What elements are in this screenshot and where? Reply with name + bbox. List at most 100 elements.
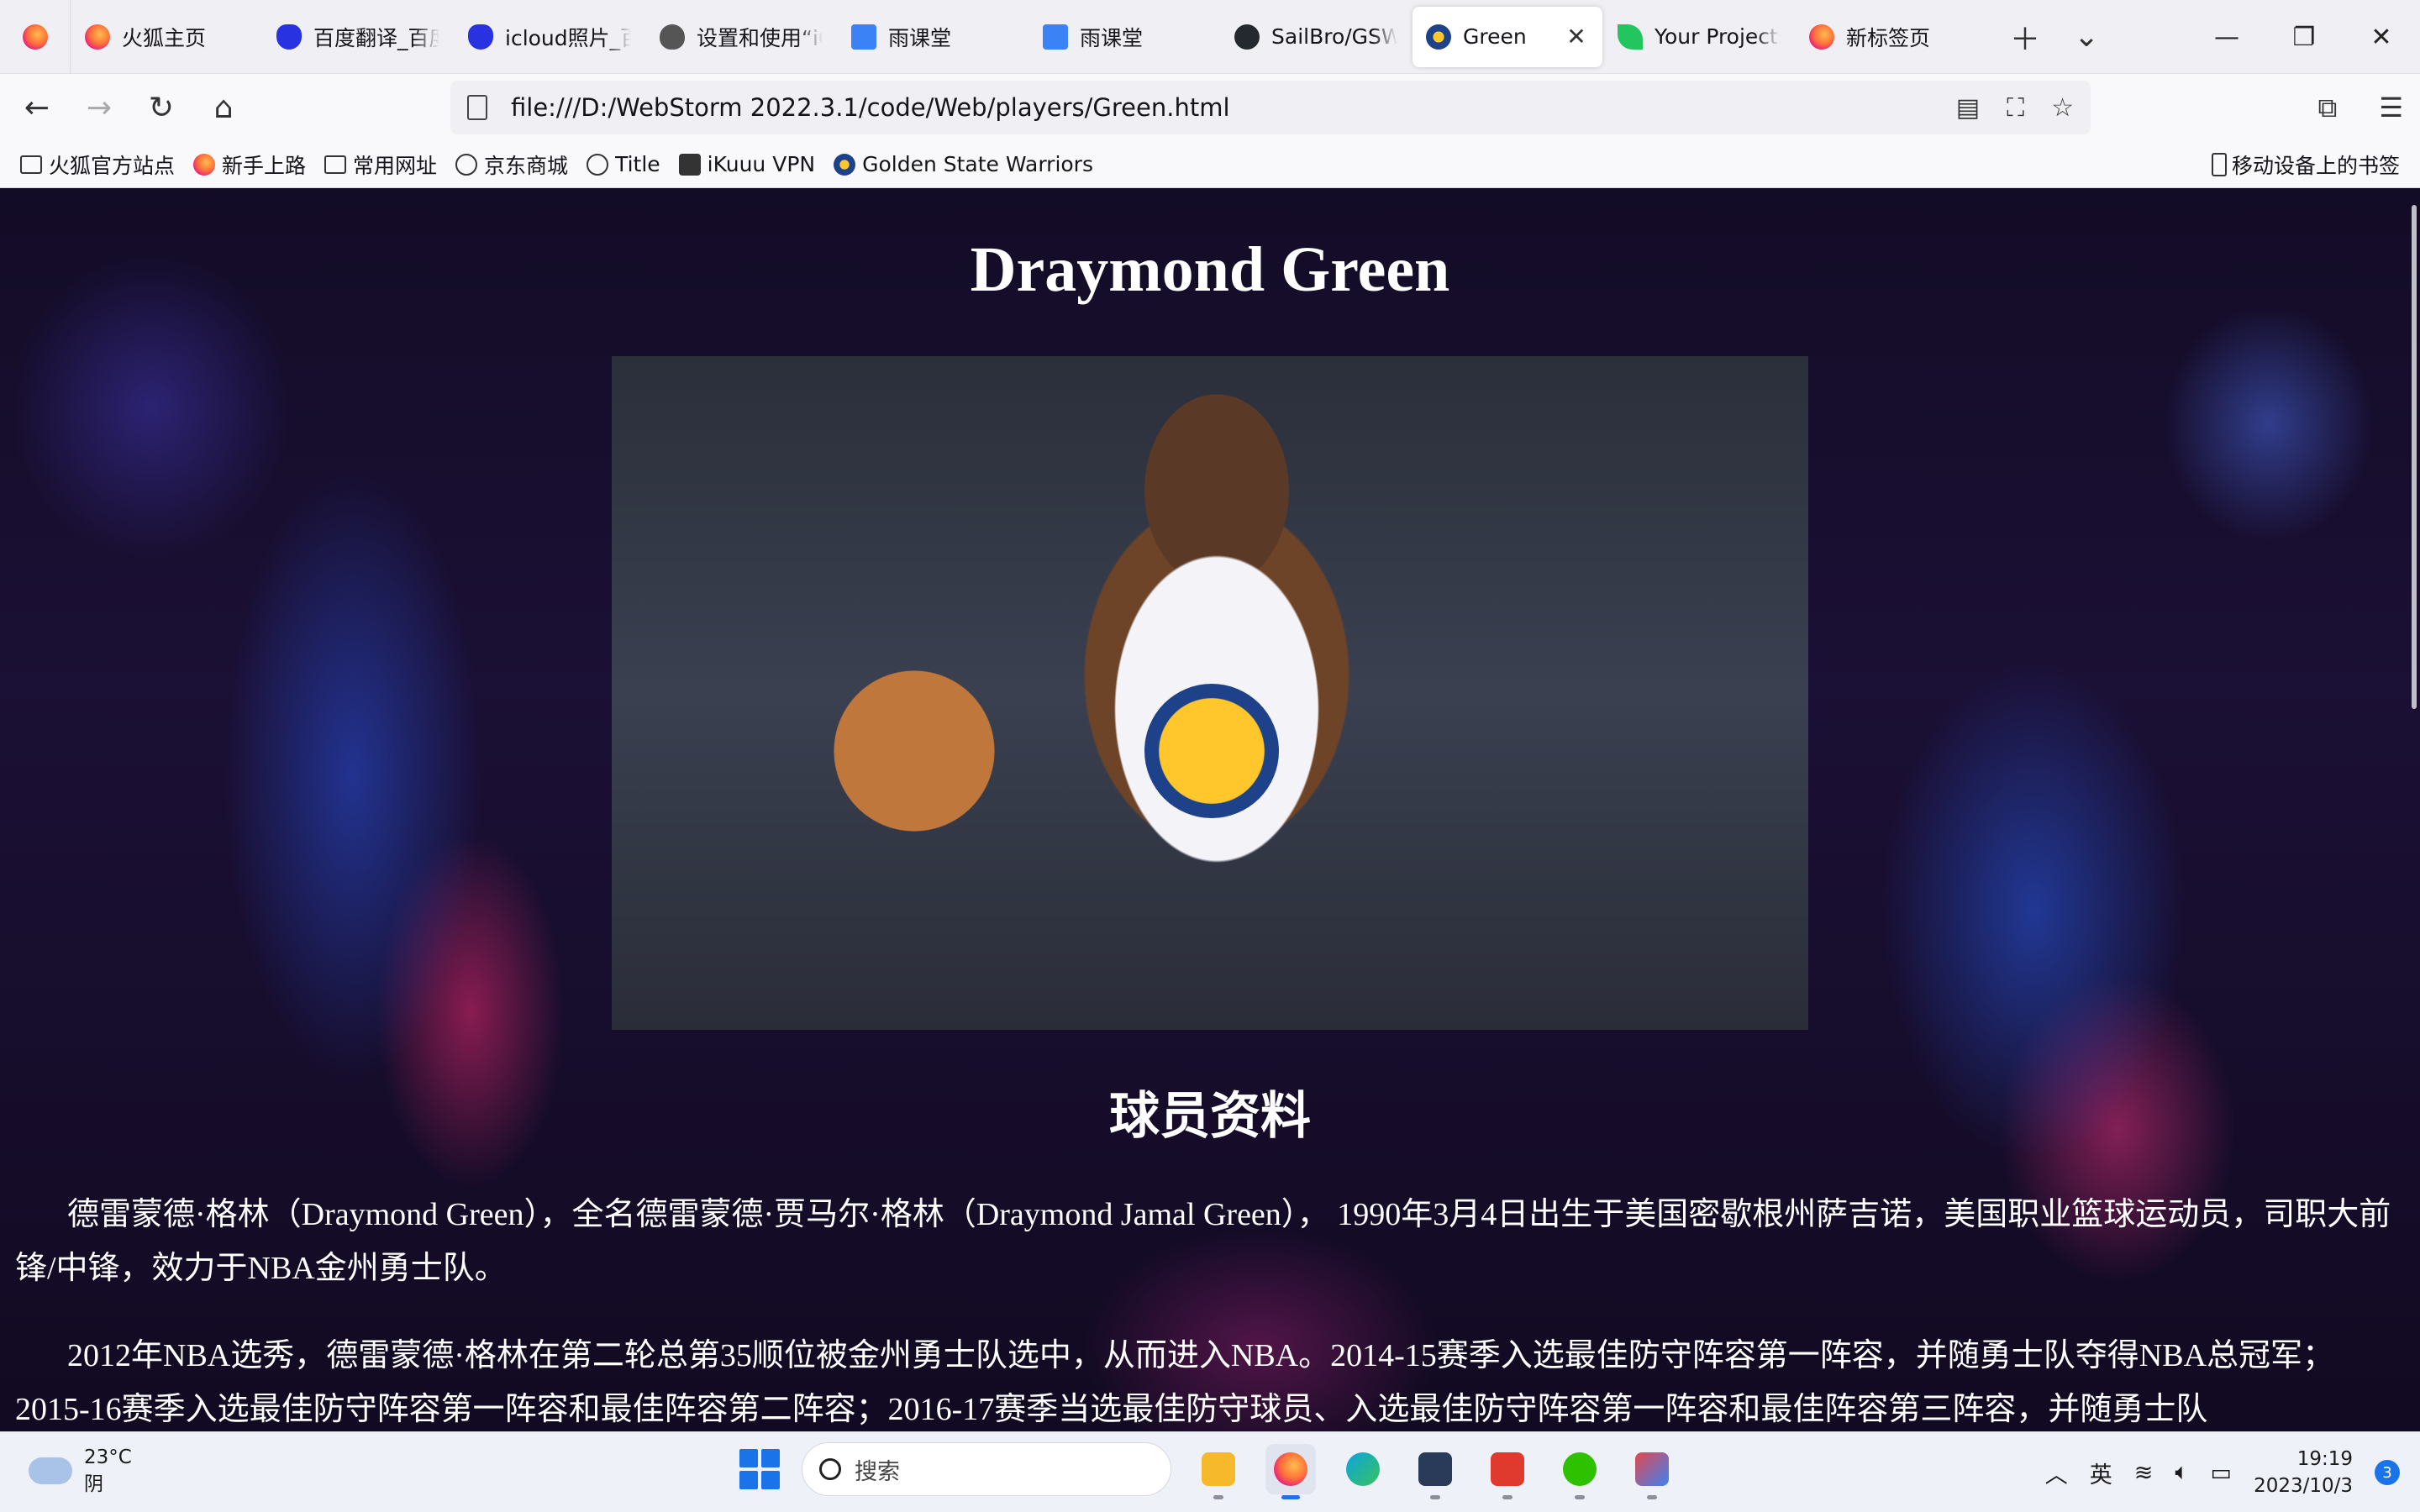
tab-icloud-settings[interactable]: 设置和使用“iCloud — [646, 7, 836, 67]
address-bar[interactable]: file:///D:/WebStorm 2022.3.1/code/Web/pl… — [450, 81, 2091, 134]
running-indicator — [1213, 1495, 1223, 1499]
page-title: Draymond Green — [970, 234, 1450, 305]
weather-widget[interactable]: 23°C 阴 — [29, 1444, 132, 1498]
bookmark-title[interactable]: Title — [587, 152, 660, 176]
url-text[interactable]: file:///D:/WebStorm 2022.3.1/code/Web/pl… — [511, 93, 1230, 122]
navigation-toolbar: ← → ↻ ⌂ file:///D:/WebStorm 2022.3.1/cod… — [0, 74, 2420, 141]
windows-start-icon[interactable] — [739, 1449, 780, 1489]
input-method-indicator[interactable]: 英 — [2090, 1457, 2112, 1489]
tab-your-projects[interactable]: Your Projects — [1604, 7, 1794, 67]
close-tab-icon[interactable]: ✕ — [1564, 23, 1589, 50]
cat-icon — [678, 153, 701, 176]
firefox-app[interactable] — [1265, 1444, 1316, 1499]
mobile-bookmarks-label: 移动设备上的书签 — [2231, 154, 2400, 178]
cat-app[interactable] — [1410, 1444, 1460, 1499]
bookmark-golden-state-warriors[interactable]: Golden State Warriors — [834, 152, 1093, 176]
tab-green-active[interactable]: Green ✕ — [1413, 6, 1602, 67]
bookmark-firefox-official[interactable]: 火狐官方站点 — [20, 150, 175, 180]
windows-taskbar: 23°C 阴 搜索 ︿ 英 ≋ 🔈︎ ▭ 19:19 2023/10/3 3 — [0, 1431, 2420, 1512]
tab-new-tab[interactable]: 新标签页 — [1796, 7, 1986, 67]
search-icon — [819, 1458, 841, 1480]
cat-icon — [1418, 1452, 1452, 1486]
list-all-tabs-chevron-icon[interactable]: ⌄ — [2074, 19, 2099, 54]
reader-view-icon[interactable]: ▤ — [1956, 93, 1980, 123]
bookmark-star-icon[interactable]: ☆ — [2051, 93, 2074, 123]
tab-label: 火狐主页 — [122, 25, 207, 50]
tab-label: SailBro/GSW — [1271, 24, 1397, 49]
file-page-icon — [467, 95, 487, 120]
warriors-icon — [834, 153, 856, 176]
snipping-tool-app[interactable] — [1627, 1444, 1677, 1499]
bookmark-label: 常用网址 — [353, 153, 438, 178]
reload-icon[interactable]: ↻ — [136, 82, 187, 133]
volume-muted-icon[interactable]: 🔈︎ — [2175, 1459, 2188, 1486]
extensions-icon[interactable]: ⧉ — [2317, 92, 2337, 124]
menu-hamburger-icon[interactable]: ☰ — [2379, 92, 2403, 123]
firefox-icon — [85, 24, 110, 50]
wifi-icon[interactable]: ≋ — [2134, 1460, 2154, 1486]
warriors-logo-icon — [1144, 684, 1279, 818]
folder-icon — [20, 155, 42, 174]
bookmark-label: 新手上路 — [222, 153, 307, 178]
github-icon — [1234, 24, 1260, 50]
close-window-icon[interactable]: ✕ — [2343, 0, 2420, 74]
leaf-icon — [1618, 24, 1643, 50]
firefox-view-button[interactable] — [0, 0, 71, 74]
restore-icon[interactable]: ❐ — [2265, 0, 2343, 74]
bookmarks-toolbar: 火狐官方站点 新手上路 常用网址 京东商城 Title iKuuu VPN Go… — [0, 141, 2420, 188]
bookmark-ikuuu-vpn[interactable]: iKuuu VPN — [678, 152, 815, 176]
temperature: 23°C — [84, 1446, 132, 1468]
bookmark-common-sites[interactable]: 常用网址 — [324, 150, 437, 180]
bookmark-jd[interactable]: 京东商城 — [455, 150, 568, 180]
firefox-icon — [193, 153, 216, 176]
tab-actions: ＋ ⌄ — [2010, 15, 2099, 59]
back-arrow-icon[interactable]: ← — [12, 82, 62, 133]
rain-classroom-icon — [851, 24, 876, 50]
bookmark-label: 京东商城 — [484, 153, 569, 178]
tab-rain-classroom-2[interactable]: 雨课堂 — [1029, 7, 1219, 67]
tab-label: 设置和使用“iCloud — [697, 25, 823, 50]
show-hidden-icons-chevron-icon[interactable]: ︿ — [2045, 1457, 2068, 1489]
wechat-app[interactable] — [1555, 1444, 1605, 1499]
cloud-icon — [29, 1457, 72, 1484]
forward-arrow-icon[interactable]: → — [74, 82, 124, 133]
time: 19:19 — [2296, 1448, 2353, 1470]
tab-label: Green — [1463, 24, 1527, 49]
bookmark-label: Golden State Warriors — [862, 152, 1093, 176]
tab-label: icloud照片_百度 — [505, 25, 631, 50]
running-indicator — [1575, 1495, 1585, 1499]
apple-icon — [660, 24, 685, 50]
mobile-bookmarks[interactable]: 移动设备上的书签 — [2211, 141, 2400, 188]
tab-firefox-home[interactable]: 火狐主页 — [71, 7, 261, 67]
battery-icon[interactable]: ▭ — [2211, 1460, 2233, 1486]
edge-app[interactable] — [1338, 1444, 1388, 1494]
taskbar-search[interactable]: 搜索 — [802, 1442, 1171, 1496]
url-actions: ▤ ⛶ ☆ — [1956, 93, 2074, 123]
firefox-icon — [1809, 24, 1834, 50]
tab-baidu-translate[interactable]: 百度翻译_百度 — [263, 7, 453, 67]
file-explorer-app[interactable] — [1193, 1444, 1244, 1499]
home-icon[interactable]: ⌂ — [198, 82, 249, 133]
tab-icloud-photos[interactable]: icloud照片_百度 — [455, 7, 644, 67]
wechat-icon — [1563, 1452, 1597, 1486]
date: 2023/10/3 — [2254, 1475, 2353, 1497]
clock[interactable]: 19:19 2023/10/3 — [2254, 1446, 2353, 1499]
window-controls: — ❐ ✕ — [2188, 0, 2420, 74]
tab-github-gsw[interactable]: SailBro/GSW — [1221, 7, 1411, 67]
minimize-icon[interactable]: — — [2188, 0, 2265, 74]
running-indicator — [1502, 1495, 1512, 1499]
screenshot-icon[interactable]: ⛶ — [2007, 93, 2024, 123]
tab-rain-classroom-1[interactable]: 雨课堂 — [838, 7, 1028, 67]
bookmark-label: 火狐官方站点 — [49, 153, 176, 178]
bookmark-getting-started[interactable]: 新手上路 — [193, 150, 306, 180]
tab-strip: 火狐主页 百度翻译_百度 icloud照片_百度 设置和使用“iCloud 雨课… — [0, 0, 2420, 74]
running-indicator — [1647, 1495, 1657, 1499]
wps-app[interactable] — [1482, 1444, 1533, 1499]
globe-icon — [587, 153, 609, 176]
wps-icon — [1491, 1452, 1524, 1486]
firefox-icon — [1274, 1452, 1307, 1486]
new-tab-plus-icon[interactable]: ＋ — [2010, 15, 2040, 59]
baidu-icon — [276, 24, 302, 50]
notification-badge[interactable]: 3 — [2375, 1460, 2400, 1485]
weather-condition: 阴 — [84, 1473, 103, 1495]
